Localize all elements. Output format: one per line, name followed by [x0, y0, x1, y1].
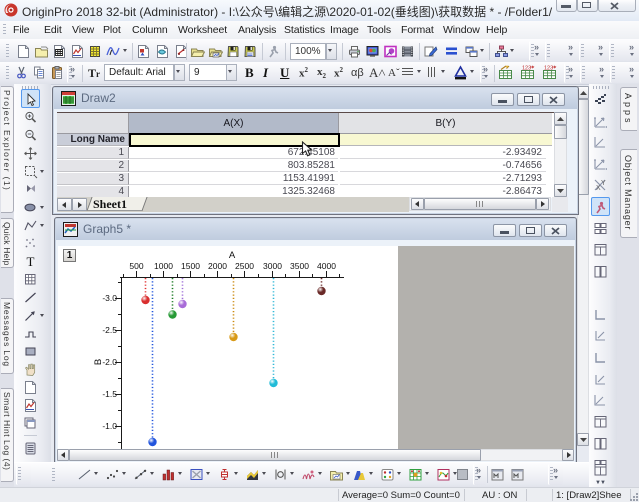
svg-text:1500: 1500 [181, 261, 200, 271]
svg-text:-1.5: -1.5 [102, 389, 117, 399]
svg-text:2500: 2500 [235, 261, 254, 271]
svg-text:2000: 2000 [208, 261, 227, 271]
svg-text:-1.0: -1.0 [102, 421, 117, 431]
svg-text:4000: 4000 [317, 261, 336, 271]
svg-text:-3.0: -3.0 [102, 293, 117, 303]
svg-text:-2.5: -2.5 [102, 325, 117, 335]
svg-text:B: B [93, 359, 104, 365]
svg-text:500: 500 [129, 261, 143, 271]
svg-text:3000: 3000 [263, 261, 282, 271]
svg-text:1000: 1000 [154, 261, 173, 271]
svg-text:A: A [229, 250, 236, 261]
svg-text:-2.0: -2.0 [102, 357, 117, 367]
svg-text:3500: 3500 [290, 261, 309, 271]
